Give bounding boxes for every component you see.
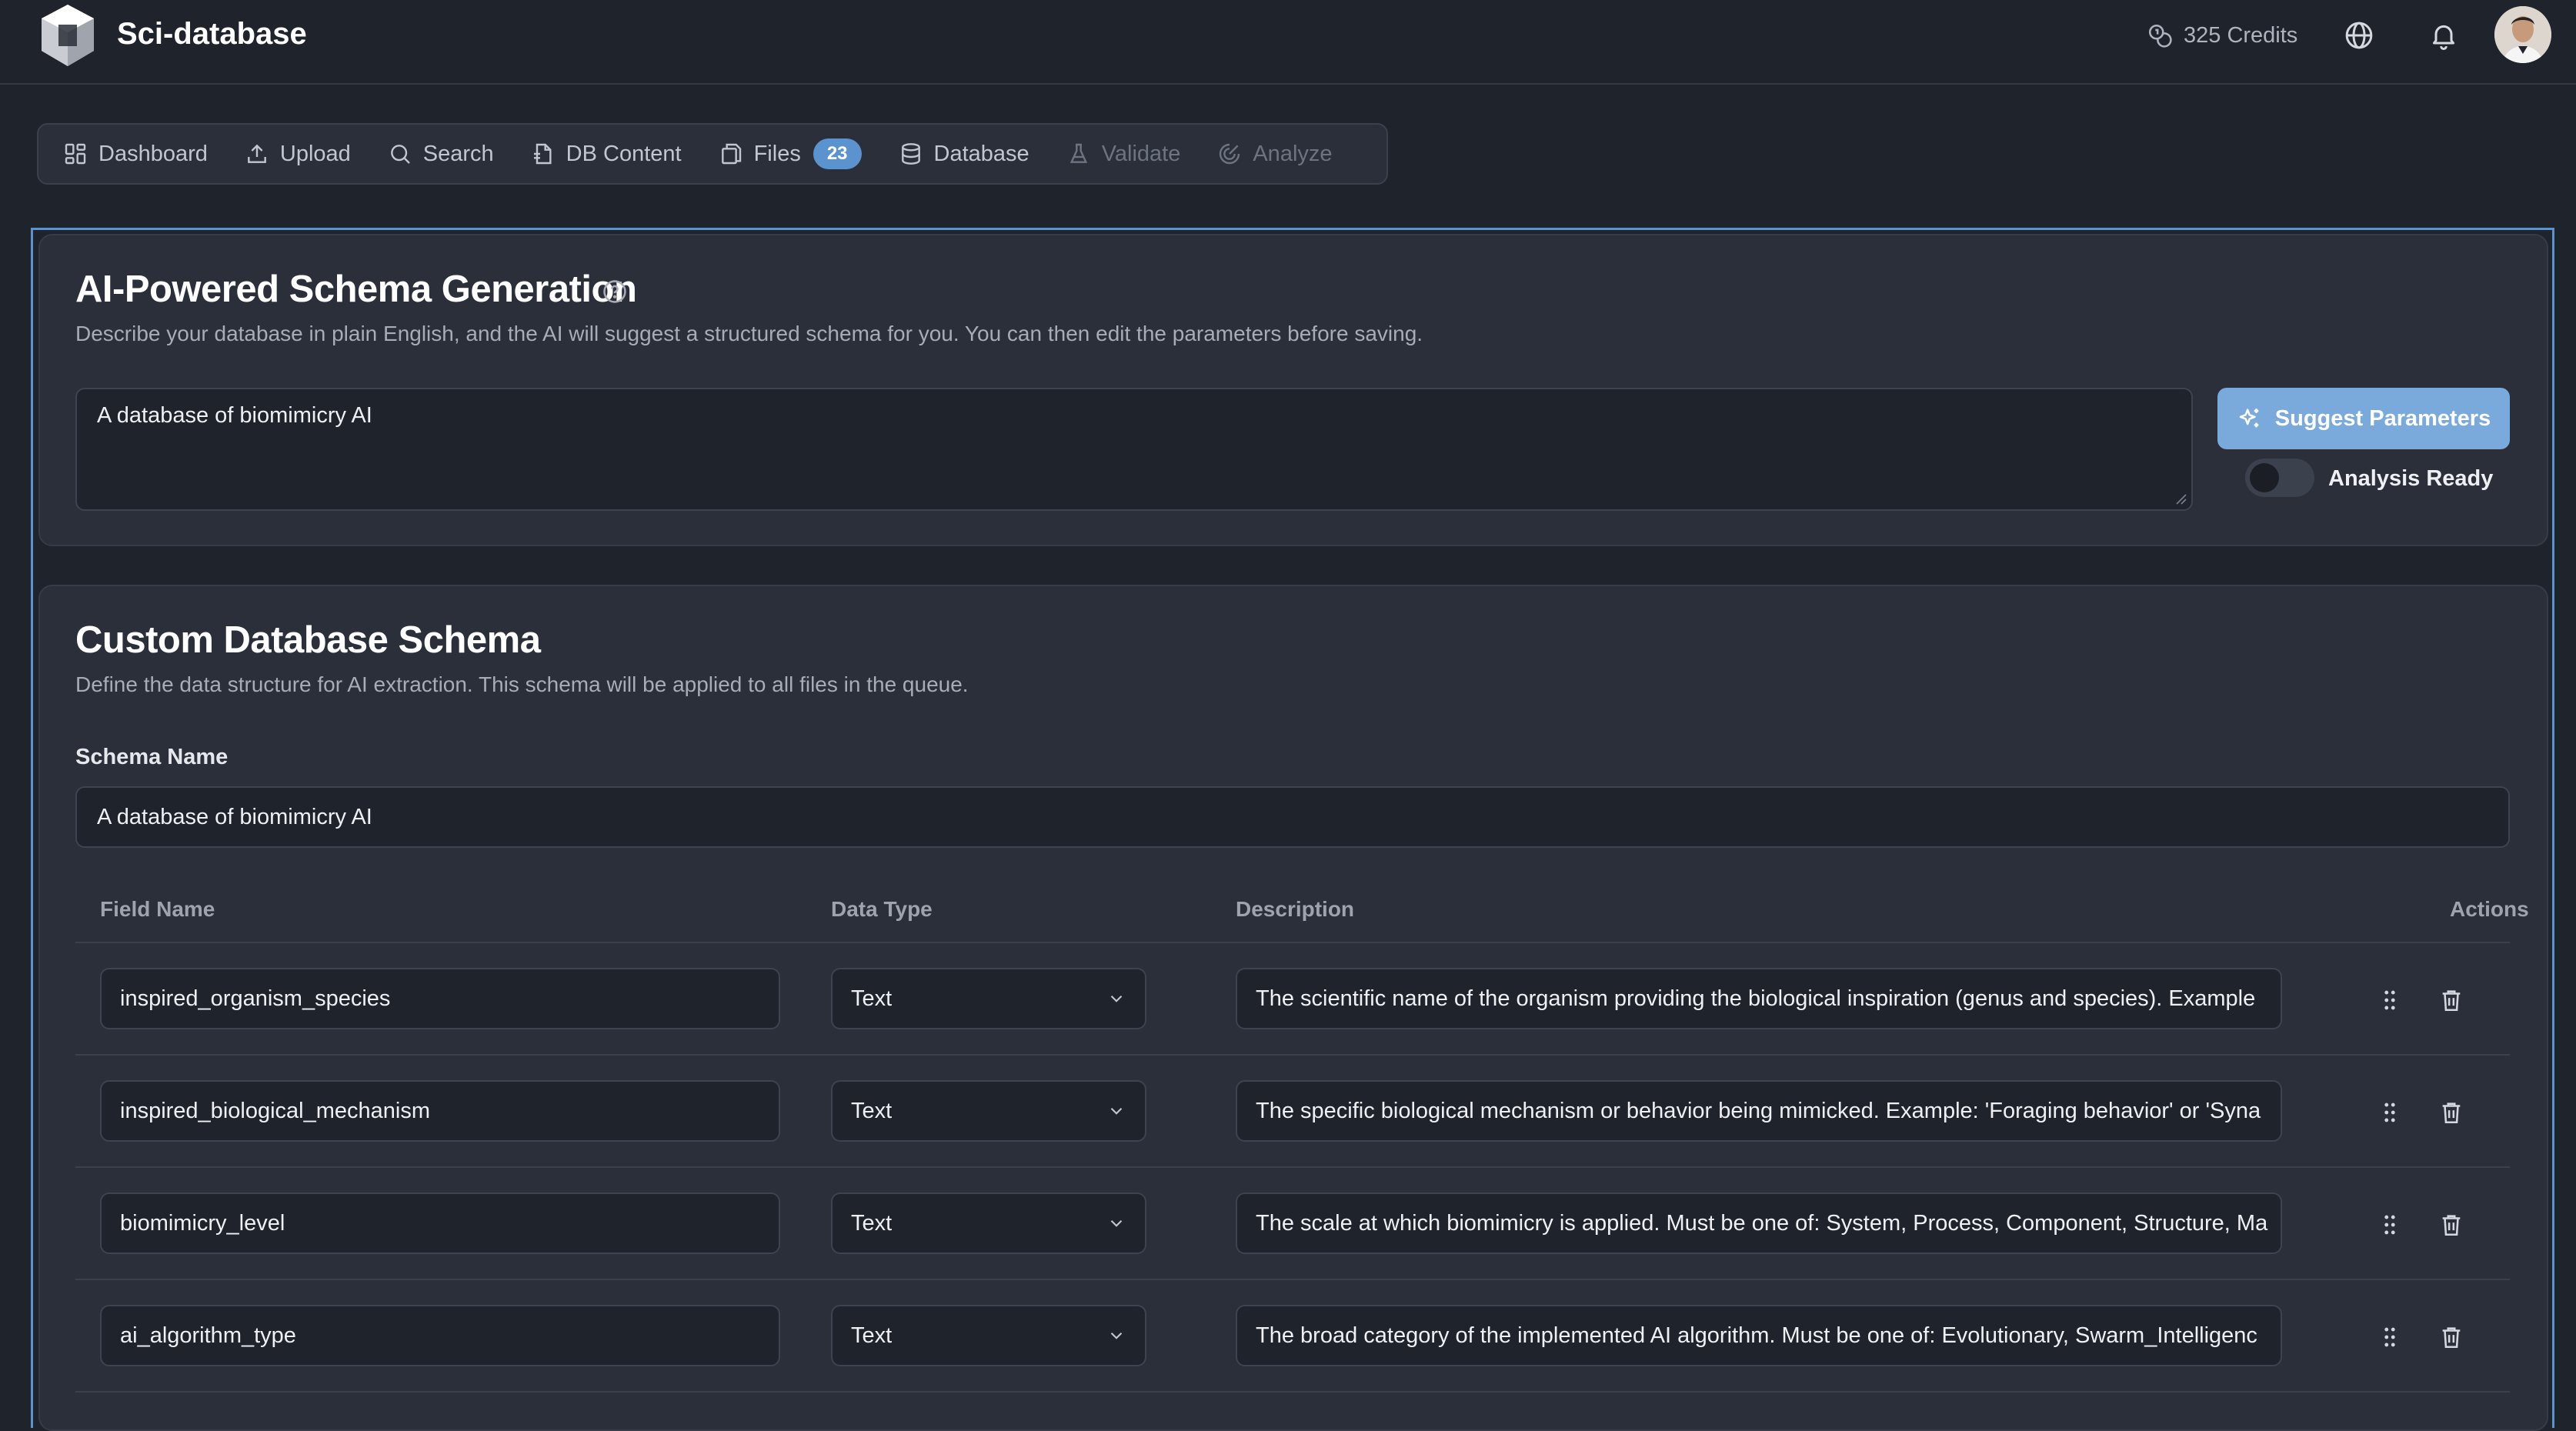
- column-actions: Actions: [2450, 897, 2529, 922]
- tab-database[interactable]: Database: [899, 142, 1029, 167]
- drag-handle-icon[interactable]: [2374, 1322, 2405, 1353]
- drag-handle-icon[interactable]: [2374, 1097, 2405, 1128]
- column-data-type: Data Type: [831, 897, 933, 922]
- data-type-select[interactable]: Text: [831, 968, 1146, 1029]
- trash-icon[interactable]: [2436, 1097, 2467, 1128]
- database-icon: [899, 142, 923, 166]
- tab-label: DB Content: [566, 142, 682, 167]
- tab-dashboard[interactable]: Dashboard: [63, 142, 208, 167]
- credits-label: 325 Credits: [2184, 23, 2297, 48]
- analysis-ready-label: Analysis Ready: [2328, 466, 2493, 492]
- tab-validate[interactable]: Validate: [1066, 142, 1181, 167]
- tab-label: Dashboard: [98, 142, 208, 167]
- column-description: Description: [1236, 897, 1354, 922]
- help-icon[interactable]: [602, 279, 628, 305]
- field-name-input[interactable]: inspired_organism_species: [100, 968, 780, 1029]
- field-name-value: ai_algorithm_type: [120, 1323, 296, 1349]
- drag-handle-icon[interactable]: [2374, 1209, 2405, 1240]
- main-nav: Dashboard Upload Search DB Content Files…: [37, 123, 1388, 185]
- grid-icon: [63, 142, 88, 166]
- table-row: inspired_organism_species Text The scien…: [75, 943, 2510, 1056]
- trash-icon[interactable]: [2436, 1322, 2467, 1353]
- field-name-value: biomimicry_level: [120, 1211, 285, 1236]
- table-row: ai_algorithm_type Text The broad categor…: [75, 1280, 2510, 1393]
- description-input[interactable]: The scale at which biomimicry is applied…: [1236, 1192, 2282, 1254]
- files-count-badge: 23: [813, 138, 862, 169]
- analyze-icon: [1217, 142, 1242, 166]
- schema-generation-card: AI-Powered Schema Generation Describe yo…: [38, 234, 2548, 546]
- search-icon: [388, 142, 412, 166]
- trash-icon[interactable]: [2436, 985, 2467, 1016]
- table-row: inspired_biological_mechanism Text The s…: [75, 1056, 2510, 1168]
- tab-label: Database: [934, 142, 1029, 167]
- description-text: A database of biomimicry AI: [97, 403, 372, 428]
- schema-subtitle: Define the data structure for AI extract…: [75, 672, 969, 697]
- files-icon: [719, 142, 743, 166]
- data-type-select[interactable]: Text: [831, 1305, 1146, 1366]
- field-name-input[interactable]: ai_algorithm_type: [100, 1305, 780, 1366]
- field-name-value: inspired_organism_species: [120, 986, 390, 1012]
- trash-icon[interactable]: [2436, 1209, 2467, 1240]
- description-value: The specific biological mechanism or beh…: [1256, 1099, 2261, 1124]
- column-field-name: Field Name: [100, 897, 215, 922]
- analysis-ready-toggle[interactable]: [2245, 459, 2314, 497]
- description-input[interactable]: The specific biological mechanism or beh…: [1236, 1080, 2282, 1142]
- chevron-down-icon: [1106, 1326, 1126, 1346]
- tab-analyze[interactable]: Analyze: [1217, 142, 1332, 167]
- chevron-down-icon: [1106, 1213, 1126, 1233]
- schema-table-header: Field Name Data Type Description Actions: [75, 874, 2510, 943]
- flask-icon: [1066, 142, 1091, 166]
- tab-files[interactable]: Files 23: [719, 138, 862, 169]
- data-type-select[interactable]: Text: [831, 1192, 1146, 1254]
- schema-title: Custom Database Schema: [75, 619, 540, 662]
- toggle-knob: [2250, 463, 2279, 492]
- avatar[interactable]: [2494, 6, 2551, 63]
- field-name-value: inspired_biological_mechanism: [120, 1099, 430, 1124]
- data-type-select[interactable]: Text: [831, 1080, 1146, 1142]
- field-name-input[interactable]: inspired_biological_mechanism: [100, 1080, 780, 1142]
- top-header: Sci-database 325 Credits: [0, 0, 2576, 85]
- suggest-label: Suggest Parameters: [2275, 406, 2491, 432]
- schema-name-value: A database of biomimicry AI: [97, 805, 372, 830]
- description-input[interactable]: The broad category of the implemented AI…: [1236, 1305, 2282, 1366]
- sparkles-icon: [2237, 405, 2263, 432]
- tab-label: Analyze: [1253, 142, 1332, 167]
- field-name-input[interactable]: biomimicry_level: [100, 1192, 780, 1254]
- chevron-down-icon: [1106, 1101, 1126, 1121]
- credits-indicator[interactable]: 325 Credits: [2147, 22, 2297, 49]
- generation-subtitle: Describe your database in plain English,…: [75, 322, 1423, 346]
- data-type-value: Text: [851, 1323, 892, 1349]
- custom-schema-card: Custom Database Schema Define the data s…: [38, 585, 2548, 1431]
- description-textarea[interactable]: A database of biomimicry AI: [75, 388, 2193, 511]
- tab-label: Upload: [280, 142, 351, 167]
- schema-name-input[interactable]: A database of biomimicry AI: [75, 786, 2510, 848]
- generation-title: AI-Powered Schema Generation: [75, 268, 636, 311]
- description-value: The broad category of the implemented AI…: [1256, 1323, 2257, 1349]
- suggest-parameters-button[interactable]: Suggest Parameters: [2217, 388, 2510, 449]
- description-input[interactable]: The scientific name of the organism prov…: [1236, 968, 2282, 1029]
- chevron-down-icon: [1106, 989, 1126, 1009]
- tab-label: Search: [423, 142, 494, 167]
- data-type-value: Text: [851, 986, 892, 1012]
- description-value: The scientific name of the organism prov…: [1256, 986, 2255, 1012]
- resize-handle-icon[interactable]: [2173, 491, 2187, 505]
- schema-name-label: Schema Name: [75, 745, 228, 770]
- coins-icon: [2147, 22, 2173, 48]
- tab-db-content[interactable]: DB Content: [531, 142, 682, 167]
- description-value: The scale at which biomimicry is applied…: [1256, 1211, 2267, 1236]
- upload-icon: [245, 142, 269, 166]
- data-type-value: Text: [851, 1211, 892, 1236]
- globe-icon[interactable]: [2342, 18, 2376, 52]
- drag-handle-icon[interactable]: [2374, 985, 2405, 1016]
- tab-upload[interactable]: Upload: [245, 142, 351, 167]
- tab-label: Validate: [1102, 142, 1181, 167]
- tab-search[interactable]: Search: [388, 142, 494, 167]
- file-db-icon: [531, 142, 556, 166]
- table-row: biomimicry_level Text The scale at which…: [75, 1168, 2510, 1280]
- bell-icon[interactable]: [2427, 18, 2461, 52]
- app-title: Sci-database: [117, 17, 307, 52]
- tab-label: Files: [754, 142, 801, 167]
- data-type-value: Text: [851, 1099, 892, 1124]
- cube-logo-icon[interactable]: [37, 2, 98, 69]
